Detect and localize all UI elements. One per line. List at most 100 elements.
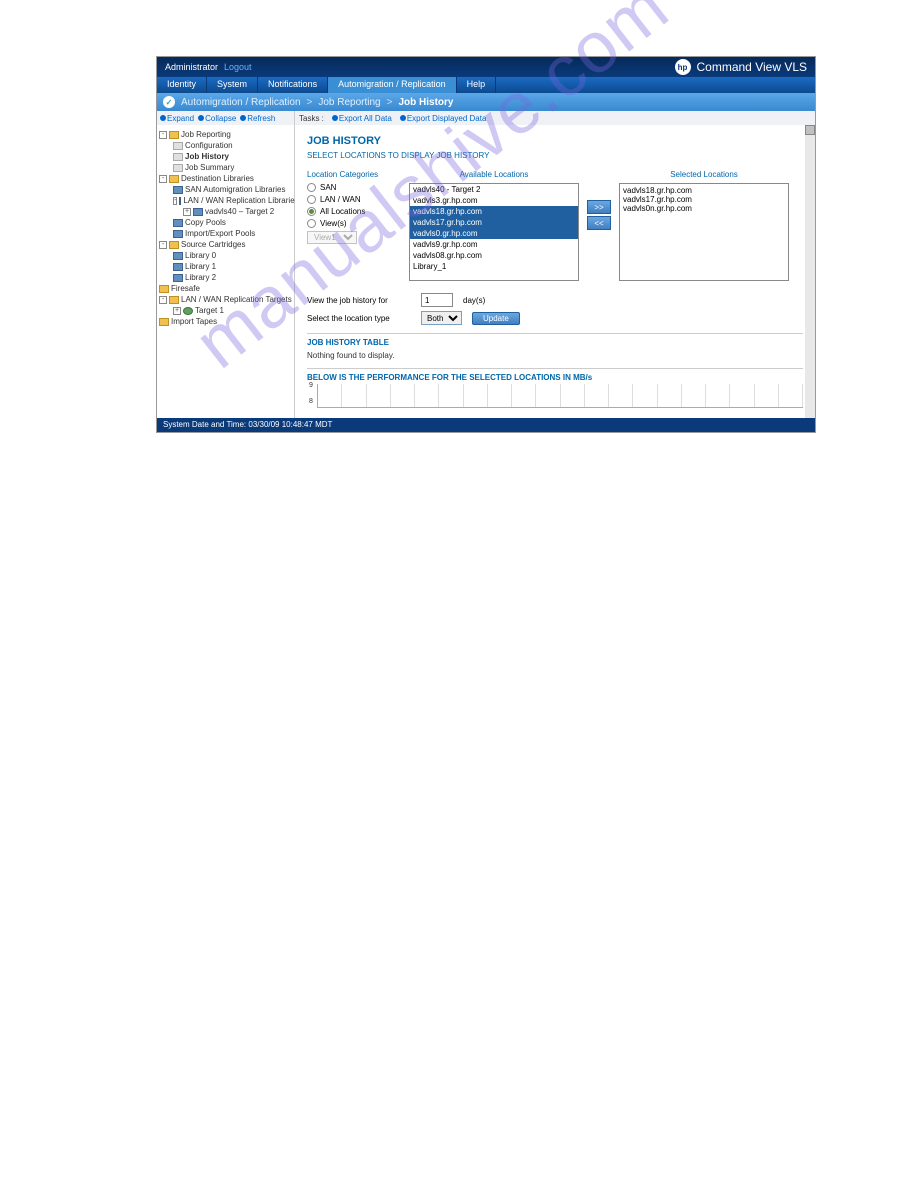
scrollbar-thumb[interactable]: [805, 125, 815, 135]
tree-toggle-icon[interactable]: +: [173, 307, 181, 315]
tab-system[interactable]: System: [207, 77, 258, 93]
tab-automigration[interactable]: Automigration / Replication: [328, 77, 457, 93]
radio-san[interactable]: SAN: [307, 183, 401, 192]
page-title: JOB HISTORY: [307, 135, 803, 147]
available-locations-list[interactable]: vadvls40 - Target 2 vadvls3.gr.hp.com va…: [409, 183, 579, 281]
tree-toggle-icon[interactable]: -: [173, 197, 177, 205]
tree-target1[interactable]: Target 1: [195, 306, 224, 315]
move-left-button[interactable]: <<: [587, 216, 611, 230]
tree-lanwan-rep[interactable]: LAN / WAN Replication Libraries: [183, 196, 298, 205]
main-tabs: Identity System Notifications Automigrat…: [157, 77, 815, 93]
y-tick: 8: [309, 398, 313, 405]
breadcrumb: ✓ Automigration / Replication > Job Repo…: [157, 93, 815, 111]
bullet-icon: [160, 115, 166, 121]
radio-views[interactable]: View(s): [307, 219, 401, 228]
page-icon: [173, 164, 183, 172]
tree-lib0[interactable]: Library 0: [185, 251, 216, 260]
tree-lib2[interactable]: Library 2: [185, 273, 216, 282]
location-categories-group: SAN LAN / WAN All Locations View(s) View…: [307, 183, 401, 244]
tab-notifications[interactable]: Notifications: [258, 77, 328, 93]
tree-import-tapes[interactable]: Import Tapes: [171, 317, 217, 326]
list-item[interactable]: vadvls18.gr.hp.com: [623, 186, 785, 195]
folder-icon: [169, 296, 179, 304]
move-right-button[interactable]: >>: [587, 200, 611, 214]
tree-import-export[interactable]: Import/Export Pools: [185, 229, 255, 238]
tree-copy-pools[interactable]: Copy Pools: [185, 218, 226, 227]
user-label: Administrator: [165, 62, 218, 72]
selected-locations-list[interactable]: vadvls18.gr.hp.com vadvls17.gr.hp.com va…: [619, 183, 789, 281]
tree-job-reporting[interactable]: Job Reporting: [181, 130, 231, 139]
library-icon: [173, 252, 183, 260]
list-item[interactable]: Library_1: [410, 261, 578, 272]
list-item[interactable]: vadvls3.gr.hp.com: [410, 195, 578, 206]
collapse-button[interactable]: Collapse: [198, 114, 236, 123]
tree-toggle-icon[interactable]: -: [159, 131, 167, 139]
folder-icon: [169, 175, 179, 183]
tree-panel: - Job Reporting Configuration Job History…: [157, 125, 295, 418]
tree-job-summary[interactable]: Job Summary: [185, 163, 234, 172]
expand-button[interactable]: Expand: [160, 114, 194, 123]
tab-help[interactable]: Help: [457, 77, 497, 93]
list-item[interactable]: vadvls17.gr.hp.com: [410, 217, 578, 228]
library-icon: [193, 208, 203, 216]
view-history-label: View the job history for: [307, 296, 411, 305]
tree-toggle-icon[interactable]: -: [159, 175, 167, 183]
toolbar-row: Expand Collapse Refresh Tasks : Export A…: [157, 111, 815, 125]
status-ok-icon: ✓: [163, 96, 175, 108]
folder-icon: [169, 241, 179, 249]
location-type-label: Select the location type: [307, 314, 411, 323]
list-item[interactable]: vadvls08.gr.hp.com: [410, 250, 578, 261]
pool-icon: [173, 219, 183, 227]
tree-san-auto[interactable]: SAN Automigration Libraries: [185, 185, 286, 194]
bullet-icon: [240, 115, 246, 121]
radio-lanwan[interactable]: LAN / WAN: [307, 195, 401, 204]
tree-configuration[interactable]: Configuration: [185, 141, 233, 150]
export-all-button[interactable]: Export All Data: [332, 114, 392, 123]
library-icon: [173, 274, 183, 282]
tree-dest-libs[interactable]: Destination Libraries: [181, 174, 254, 183]
tasks-label: Tasks :: [299, 114, 324, 123]
list-item[interactable]: vadvls40 - Target 2: [410, 184, 578, 195]
tree-lanwan-targets[interactable]: LAN / WAN Replication Targets: [181, 295, 292, 304]
days-suffix: day(s): [463, 296, 485, 305]
logout-link[interactable]: Logout: [224, 62, 252, 72]
list-item[interactable]: vadvls0n.gr.hp.com: [623, 204, 785, 213]
list-item[interactable]: vadvls9.gr.hp.com: [410, 239, 578, 250]
breadcrumb-current: Job History: [398, 97, 453, 108]
performance-head: BELOW IS THE PERFORMANCE FOR THE SELECTE…: [307, 368, 803, 382]
tab-identity[interactable]: Identity: [157, 77, 207, 93]
tree-lib1[interactable]: Library 1: [185, 262, 216, 271]
tree-toggle-icon[interactable]: -: [159, 296, 167, 304]
list-item[interactable]: vadvls17.gr.hp.com: [623, 195, 785, 204]
col-head-selected: Selected Locations: [619, 170, 789, 179]
breadcrumb-root[interactable]: Automigration / Replication: [181, 97, 301, 108]
update-button[interactable]: Update: [472, 312, 520, 325]
hp-logo-icon: hp: [675, 59, 691, 75]
tree-job-history[interactable]: Job History: [185, 152, 229, 161]
list-item[interactable]: vadvls0.gr.hp.com: [410, 228, 578, 239]
radio-icon: [307, 219, 316, 228]
library-icon: [173, 263, 183, 271]
tree-firesafe[interactable]: Firesafe: [171, 284, 200, 293]
radio-all[interactable]: All Locations: [307, 207, 401, 216]
scrollbar-track[interactable]: [805, 125, 815, 418]
refresh-button[interactable]: Refresh: [240, 114, 275, 123]
status-bar: System Date and Time: 03/30/09 10:48:47 …: [157, 418, 815, 432]
location-type-select[interactable]: Both: [421, 311, 462, 325]
target-icon: [183, 307, 193, 315]
tree-toggle-icon[interactable]: -: [159, 241, 167, 249]
breadcrumb-sep: >: [307, 97, 313, 108]
tree-toggle-icon[interactable]: +: [183, 208, 191, 216]
tree-vadvls40[interactable]: vadvls40 – Target 2: [205, 207, 274, 216]
export-displayed-button[interactable]: Export Displayed Data: [400, 114, 487, 123]
breadcrumb-section[interactable]: Job Reporting: [318, 97, 380, 108]
main-row: - Job Reporting Configuration Job History…: [157, 125, 815, 418]
list-item[interactable]: vadvls18.gr.hp.com: [410, 206, 578, 217]
days-input[interactable]: [421, 293, 453, 307]
page-icon: [173, 142, 183, 150]
col-head-available: Available Locations: [409, 170, 579, 179]
tree-source-cart[interactable]: Source Cartridges: [181, 240, 245, 249]
performance-chart: [317, 384, 803, 408]
view-select[interactable]: View1: [307, 231, 357, 244]
bullet-icon: [198, 115, 204, 121]
